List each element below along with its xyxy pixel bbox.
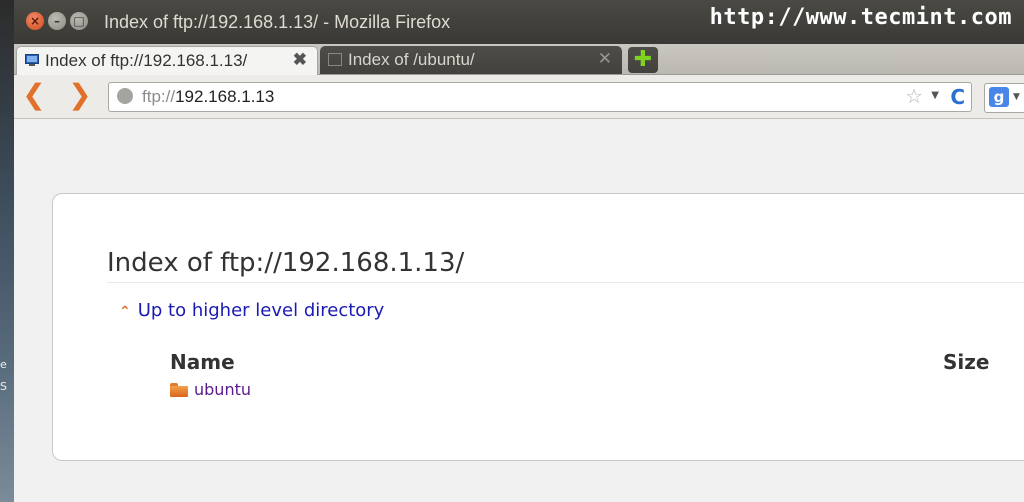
url-text[interactable]: ftp://192.168.1.13: [142, 87, 274, 107]
forward-button[interactable]: ❯: [66, 81, 94, 111]
window-minimize-button[interactable]: –: [48, 12, 66, 30]
search-engine-selector[interactable]: g ▼: [984, 83, 1024, 113]
up-directory-link[interactable]: ⌃ Up to higher level directory: [119, 300, 384, 321]
tab-close-icon[interactable]: ✖: [293, 50, 307, 70]
new-tab-button[interactable]: ✚: [628, 47, 658, 73]
column-header-size[interactable]: Size: [943, 350, 989, 374]
url-host: 192.168.1.13: [175, 87, 275, 106]
up-directory-label: Up to higher level directory: [137, 300, 385, 321]
globe-icon: [117, 88, 133, 104]
back-button[interactable]: ❮: [20, 81, 48, 111]
window-title: Index of ftp://192.168.1.13/ - Mozilla F…: [104, 12, 451, 32]
tab-label: Index of /ubuntu/: [348, 50, 475, 69]
folder-link[interactable]: ubuntu: [194, 380, 251, 399]
google-icon: g: [989, 87, 1009, 107]
url-scheme: ftp://: [142, 87, 176, 106]
up-arrow-icon: ⌃: [119, 304, 131, 320]
url-bar[interactable]: ftp://192.168.1.13 ☆ ▼ C: [108, 82, 972, 112]
tab-ftp-index[interactable]: Index of ftp://192.168.1.13/ ✖: [16, 46, 318, 75]
folder-icon: [170, 383, 188, 397]
tab-ubuntu-index[interactable]: Index of /ubuntu/ ✕: [320, 46, 622, 74]
browser-window: × – □ Index of ftp://192.168.1.13/ - Moz…: [14, 0, 1024, 502]
column-header-name[interactable]: Name: [170, 350, 235, 374]
page-content: Index of ftp://192.168.1.13/ ⌃ Up to high…: [14, 119, 1024, 502]
history-dropdown-icon[interactable]: ▼: [931, 90, 939, 101]
navigation-bar: ❮ ❯ ftp://192.168.1.13 ☆ ▼ C g ▼: [14, 75, 1024, 119]
directory-listing: Index of ftp://192.168.1.13/ ⌃ Up to high…: [52, 193, 1024, 461]
watermark: http://www.tecmint.com: [709, 5, 1012, 30]
title-bar[interactable]: × – □ Index of ftp://192.168.1.13/ - Moz…: [14, 0, 1024, 44]
tab-label: Index of ftp://192.168.1.13/: [45, 51, 248, 70]
reload-icon[interactable]: C: [950, 85, 965, 109]
desktop-text-fragment: S: [0, 380, 7, 393]
list-item[interactable]: ubuntu: [170, 380, 251, 399]
desktop-background: e S: [0, 0, 14, 502]
bookmark-star-icon[interactable]: ☆: [905, 84, 923, 108]
page-favicon-icon: [25, 54, 39, 66]
tab-close-icon[interactable]: ✕: [598, 49, 612, 69]
window-close-button[interactable]: ×: [26, 12, 44, 30]
tab-strip: Index of ftp://192.168.1.13/ ✖ Index of …: [14, 44, 1024, 75]
window-maximize-button[interactable]: □: [70, 12, 88, 30]
page-favicon-icon: [328, 53, 342, 66]
chevron-down-icon: ▼: [1013, 92, 1020, 102]
page-title: Index of ftp://192.168.1.13/: [107, 248, 1024, 283]
desktop-text-fragment: e: [0, 358, 7, 371]
